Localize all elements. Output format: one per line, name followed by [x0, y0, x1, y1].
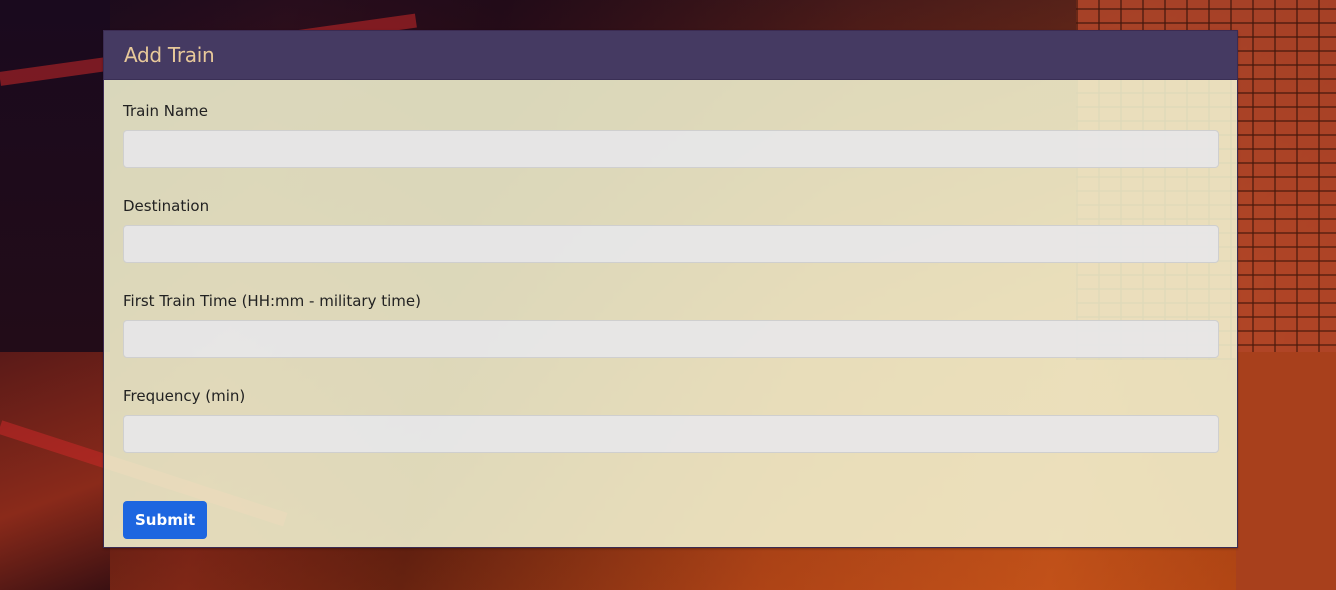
train-name-group: Train Name: [123, 102, 1219, 168]
background-dark-region: [0, 0, 110, 352]
panel-header: Add Train: [104, 31, 1237, 80]
background-floor: [1236, 352, 1336, 590]
first-train-time-input[interactable]: [123, 320, 1219, 358]
destination-label: Destination: [123, 197, 210, 215]
frequency-group: Frequency (min): [123, 387, 1219, 453]
destination-group: Destination: [123, 197, 1219, 263]
train-name-label: Train Name: [123, 102, 209, 120]
train-name-input[interactable]: [123, 130, 1219, 168]
first-train-time-label: First Train Time (HH:mm - military time): [123, 292, 421, 310]
add-train-panel: Add Train Train Name Destination First T…: [103, 30, 1238, 548]
panel-title: Add Train: [124, 43, 215, 67]
frequency-label: Frequency (min): [123, 387, 246, 405]
background-train-region: [0, 352, 110, 590]
destination-input[interactable]: [123, 225, 1219, 263]
submit-button[interactable]: Submit: [123, 501, 208, 539]
frequency-input[interactable]: [123, 415, 1219, 453]
add-train-form: Train Name Destination First Train Time …: [104, 80, 1237, 453]
first-train-time-group: First Train Time (HH:mm - military time): [123, 292, 1219, 358]
